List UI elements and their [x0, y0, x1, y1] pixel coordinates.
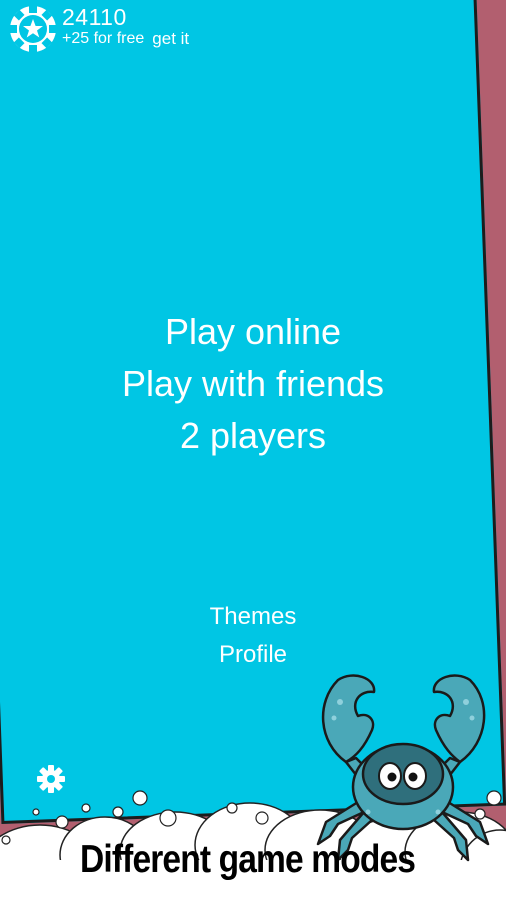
caption: Different game modes	[80, 838, 416, 881]
free-coins-label: +25 for free	[62, 30, 145, 47]
two-players-button[interactable]: 2 players	[0, 410, 506, 462]
play-online-button[interactable]: Play online	[0, 306, 506, 358]
coin-balance: 24110 +25 for free get it	[8, 4, 189, 54]
main-menu: Play online Play with friends 2 players	[0, 306, 506, 462]
profile-button[interactable]: Profile	[0, 636, 506, 674]
themes-button[interactable]: Themes	[0, 598, 506, 636]
play-with-friends-button[interactable]: Play with friends	[0, 358, 506, 410]
poker-chip-icon[interactable]	[8, 4, 58, 54]
coin-count: 24110	[62, 4, 127, 30]
secondary-menu: Themes Profile	[0, 598, 506, 674]
get-it-link[interactable]: get it	[152, 30, 189, 48]
